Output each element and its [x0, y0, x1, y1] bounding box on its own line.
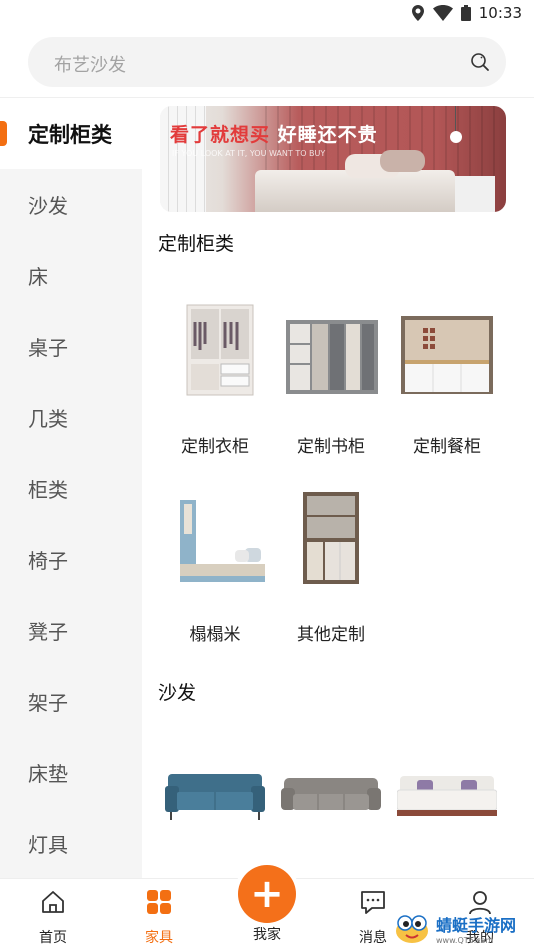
banner-lamp	[450, 131, 462, 143]
sidebar-item-shelf[interactable]: 架子	[0, 666, 142, 737]
category-item-label: 定制书柜	[297, 437, 365, 457]
search-placeholder[interactable]: 布艺沙发	[54, 51, 126, 77]
tab-home[interactable]: 首页	[18, 889, 88, 947]
category-item-tatami[interactable]: 榻榻米	[157, 486, 273, 645]
battery-icon	[460, 5, 471, 21]
category-item-custom-bookcase[interactable]: 定制书柜	[273, 298, 389, 457]
wardrobe-image	[186, 304, 254, 396]
category-item-label: 榻榻米	[189, 625, 241, 645]
watermark: 蜻蜓手游网 www.QT6.com	[392, 910, 532, 946]
section-title: 定制柜类	[158, 233, 235, 255]
sidebar-item-mattress[interactable]: 床垫	[0, 737, 142, 808]
section-title: 沙发	[158, 682, 197, 704]
sofa-item[interactable]	[273, 746, 389, 860]
sideboard-image	[401, 316, 493, 394]
sidebar-item-cabinet[interactable]: 柜类	[0, 453, 142, 524]
blue-sofa-image	[165, 774, 265, 820]
category-item-label: 定制餐柜	[413, 437, 481, 457]
gray-sofa-image	[281, 778, 381, 810]
sidebar-item-custom-cabinets[interactable]: 定制柜类	[0, 98, 142, 169]
banner-nightstand	[455, 176, 495, 212]
category-item-custom-sideboard[interactable]: 定制餐柜	[389, 298, 505, 457]
category-sidebar: 定制柜类 沙发 床 桌子 几类 柜类 椅子 凳子 架子 床垫 灯具	[0, 98, 142, 878]
promo-banner[interactable]: 看了就想买 好睡还不贵 IF YOU LOOK AT IT, YOU WANT …	[160, 106, 506, 212]
category-item-label: 其他定制	[297, 625, 365, 645]
banner-title: 看了就想买 好睡还不贵	[170, 120, 378, 147]
status-bar: 10:33	[0, 0, 534, 30]
banner-title-highlight: 看了就想买	[170, 124, 271, 146]
watermark-url: www.QT6.com	[436, 935, 494, 945]
banner-pillow	[380, 150, 425, 172]
category-item-label: 定制衣柜	[181, 437, 249, 457]
category-item-custom-wardrobe[interactable]: 定制衣柜	[157, 298, 273, 457]
sidebar-item-bed[interactable]: 床	[0, 240, 142, 311]
custom-cabinet-image	[303, 492, 359, 584]
status-time: 10:33	[478, 4, 522, 22]
home-icon	[42, 891, 64, 913]
sidebar-item-chair[interactable]: 椅子	[0, 524, 142, 595]
sidebar-item-lighting[interactable]: 灯具	[0, 808, 142, 878]
search-icon[interactable]	[470, 52, 490, 72]
watermark-name: 蜻蜓手游网	[436, 915, 517, 935]
grid-icon	[147, 890, 171, 914]
category-item-other-custom[interactable]: 其他定制	[273, 486, 389, 645]
tab-label: 我家	[253, 927, 281, 943]
tatami-image	[180, 500, 265, 582]
white-sofa-image	[396, 776, 498, 816]
banner-subtitle: IF YOU LOOK AT IT, YOU WANT TO BUY	[172, 149, 326, 158]
banner-title-rest: 好睡还不贵	[277, 124, 378, 146]
tab-label: 首页	[39, 930, 67, 946]
tab-label: 家具	[145, 930, 173, 946]
wifi-icon	[432, 5, 453, 21]
sidebar-item-table[interactable]: 桌子	[0, 311, 142, 382]
sofa-item[interactable]	[389, 746, 505, 860]
category-content: 看了就想买 好睡还不贵 IF YOU LOOK AT IT, YOU WANT …	[142, 98, 534, 878]
add-home-button[interactable]: +	[238, 865, 296, 923]
tab-furniture[interactable]: 家具	[124, 889, 194, 947]
sofa-item[interactable]	[157, 746, 273, 860]
sidebar-item-sofa[interactable]: 沙发	[0, 169, 142, 240]
message-icon	[361, 891, 385, 914]
banner-lamp-cord	[455, 106, 456, 131]
search-bar[interactable]: 布艺沙发	[28, 37, 506, 87]
sidebar-item-stool[interactable]: 凳子	[0, 595, 142, 666]
bookcase-image	[286, 320, 378, 394]
sidebar-item-side-table[interactable]: 几类	[0, 382, 142, 453]
dragonfly-logo-icon	[396, 915, 428, 943]
plus-icon: +	[250, 871, 284, 917]
location-icon	[411, 5, 424, 21]
